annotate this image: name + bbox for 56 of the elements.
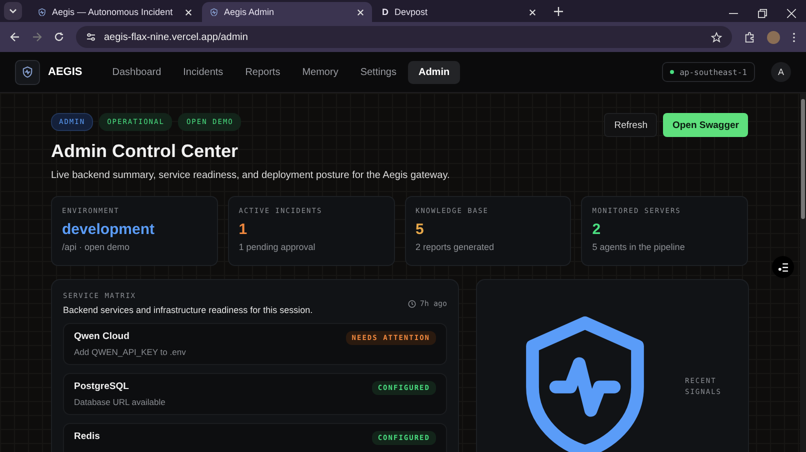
new-tab-icon[interactable] — [554, 7, 563, 16]
nav-link[interactable]: Settings — [350, 60, 406, 84]
close-icon[interactable] — [185, 8, 192, 16]
swagger-button[interactable]: Open Swagger — [663, 113, 748, 137]
stat-value: 5 — [416, 221, 425, 238]
chevron-down-icon — [9, 7, 17, 15]
stat-note: /api · open demo — [62, 242, 131, 252]
nav-link[interactable]: Incidents — [173, 60, 234, 84]
stat-value: 1 — [238, 221, 248, 238]
star-icon[interactable] — [711, 32, 722, 42]
refresh-button[interactable]: Refresh — [604, 113, 658, 137]
page-subtitle: Live backend summary, service readiness, and deployment posture for the Aegis gateway. — [51, 170, 450, 181]
stat-note: 2 reports generated — [416, 242, 496, 252]
address-bar[interactable]: aegis-flax-nine.vercel.app/admin — [76, 26, 732, 48]
forward-arrow-icon[interactable] — [32, 32, 42, 42]
shield-icon — [210, 8, 218, 16]
stat-note: 1 pending approval — [238, 242, 316, 252]
brand-name: AEGIS — [48, 66, 82, 78]
close-icon[interactable] — [357, 8, 364, 16]
restore-icon[interactable] — [758, 9, 767, 18]
profile-avatar[interactable] — [767, 30, 780, 44]
nav-link[interactable]: Reports — [235, 60, 290, 84]
browser-tab[interactable]: Aegis Admin — [202, 2, 372, 22]
service-name: Redis — [74, 431, 100, 442]
panel-description: Backend services and infrastructure readiness for this session. — [63, 305, 313, 315]
user-avatar[interactable]: A — [771, 62, 791, 82]
close-icon[interactable] — [529, 8, 536, 16]
stat-value: 2 — [592, 221, 602, 238]
service-name: PostgreSQL — [74, 381, 130, 392]
list-settings-icon — [778, 262, 788, 272]
shield-icon — [22, 66, 33, 78]
scrollbar-thumb[interactable] — [801, 99, 805, 219]
favicon-letter: D — [382, 7, 388, 17]
back-arrow-icon[interactable] — [10, 32, 20, 42]
stat-value: development — [62, 221, 156, 238]
nav-link[interactable]: Admin — [408, 60, 460, 84]
service-name: Qwen Cloud — [74, 331, 130, 342]
close-icon[interactable] — [787, 9, 796, 18]
service-detail: Database URL available — [74, 397, 166, 407]
tab-menu-button[interactable] — [4, 2, 22, 20]
region-indicator: ap-southeast-1 — [662, 62, 755, 82]
more-icon[interactable] — [792, 32, 796, 42]
nav-link[interactable]: Dashboard — [102, 60, 172, 84]
settings-fab[interactable] — [772, 256, 794, 278]
puzzle-icon[interactable] — [744, 32, 755, 42]
clock-icon — [408, 300, 416, 308]
nav-link[interactable]: Memory — [292, 60, 348, 84]
shield-icon — [38, 8, 46, 16]
site-settings-icon[interactable] — [86, 32, 96, 42]
browser-tab[interactable]: Aegis — Autonomous Incident — [30, 2, 200, 22]
service-detail: Add QWEN_API_KEY to .env — [74, 347, 186, 357]
stat-note: 5 agents in the pipeline — [592, 242, 686, 252]
reload-icon[interactable] — [54, 32, 64, 42]
browser-tab[interactable]: D Devpost — [374, 2, 544, 22]
logo[interactable] — [15, 60, 40, 84]
page-title: Admin Control Center — [51, 141, 239, 162]
